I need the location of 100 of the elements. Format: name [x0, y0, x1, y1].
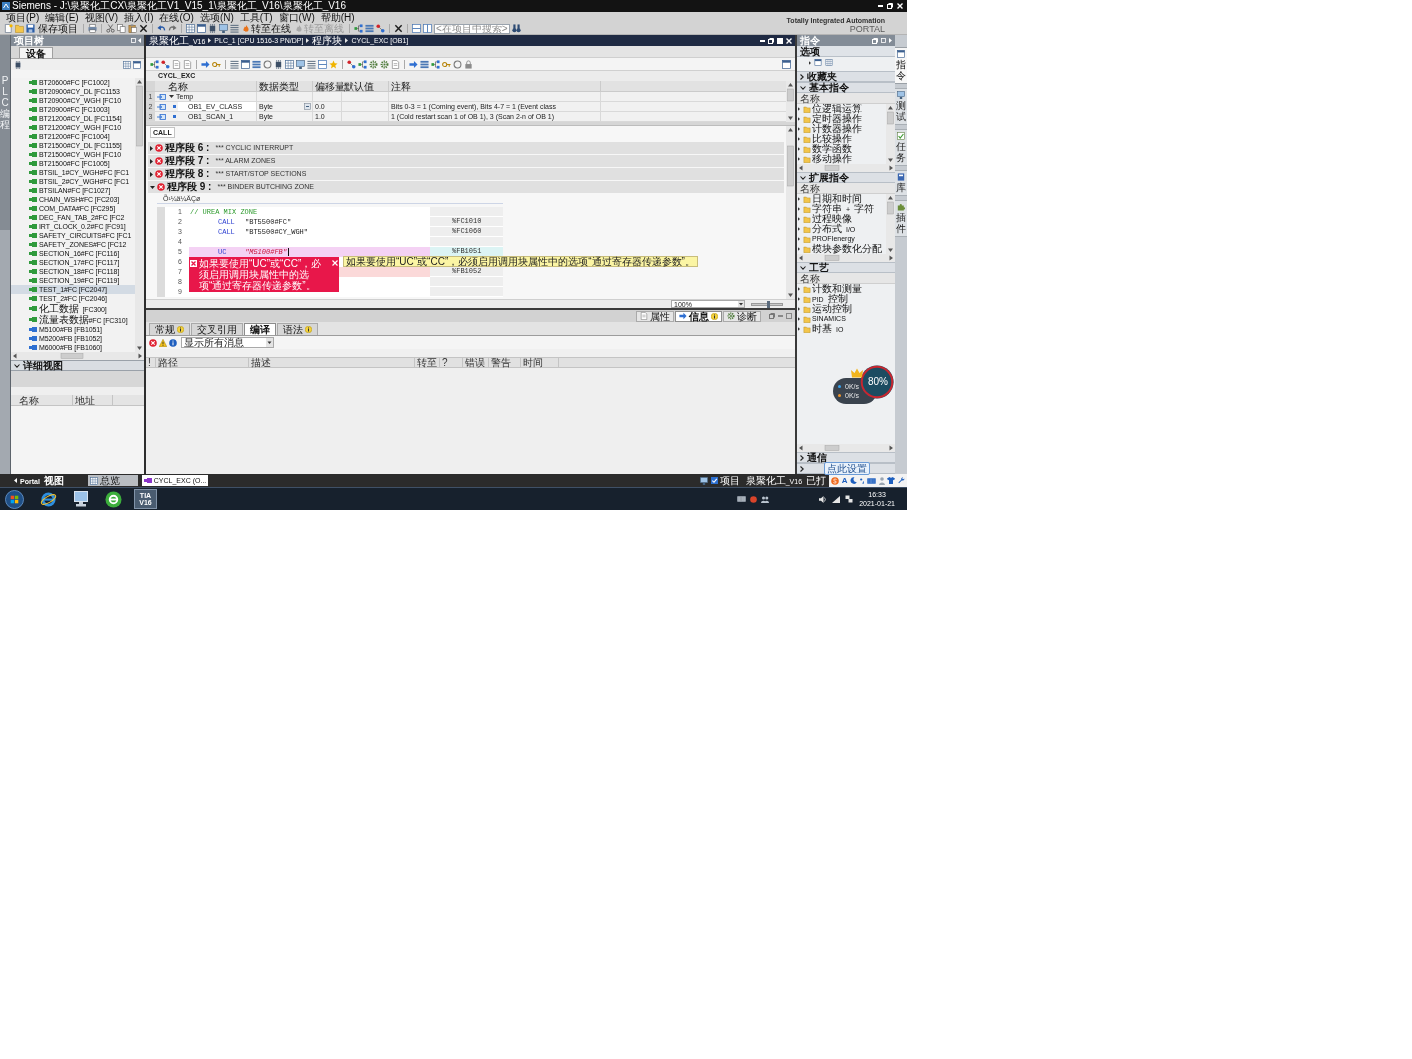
split-horizontal-icon[interactable]: [412, 24, 421, 33]
monitor-icon[interactable]: [219, 24, 228, 33]
breadcrumb-link[interactable]: 程序块: [312, 34, 343, 47]
bars-icon[interactable]: [365, 24, 374, 33]
instruction-folder[interactable]: 比较操作: [797, 134, 886, 144]
redo-icon[interactable]: [168, 24, 177, 33]
instruction-folder[interactable]: 计数和测量: [797, 284, 895, 294]
check-icon[interactable]: [897, 132, 905, 140]
list-icon[interactable]: [230, 59, 239, 69]
instruction-folder[interactable]: 移动操作: [797, 154, 886, 164]
scissors-icon[interactable]: [106, 24, 115, 33]
close-icon[interactable]: [897, 3, 903, 9]
linked-circles-icon[interactable]: [161, 59, 170, 69]
menu-item[interactable]: 窗口(W): [275, 12, 318, 23]
dropdown-button-icon[interactable]: [304, 103, 311, 110]
gear-icon[interactable]: [727, 312, 735, 320]
menu-item[interactable]: 视图(V): [81, 12, 122, 23]
circle-icon[interactable]: [750, 495, 758, 503]
tab[interactable]: 常规: [149, 323, 190, 335]
error-icon[interactable]: [149, 338, 157, 347]
linked-circles-icon[interactable]: [347, 59, 356, 69]
arrow-right-icon[interactable]: [201, 59, 210, 69]
bars-icon[interactable]: [252, 59, 261, 69]
copy-icon[interactable]: [117, 24, 126, 33]
binoculars-icon[interactable]: [512, 24, 521, 33]
computer-icon[interactable]: [74, 491, 88, 507]
slider-track[interactable]: [751, 302, 783, 306]
info-icon[interactable]: [169, 338, 177, 347]
slider-thumb[interactable]: [766, 300, 770, 308]
window-icon[interactable]: [241, 59, 250, 69]
split-horizontal-icon[interactable]: [318, 59, 327, 69]
lock-icon[interactable]: [464, 59, 473, 69]
window-icon[interactable]: [782, 59, 791, 69]
people-icon[interactable]: [761, 495, 770, 503]
ring-icon[interactable]: [263, 59, 272, 69]
printer-icon[interactable]: [88, 24, 97, 33]
side-tab[interactable]: 插件: [895, 200, 907, 237]
clipboard-icon[interactable]: [128, 24, 137, 33]
window-icon[interactable]: [814, 59, 822, 66]
inspector-tab[interactable]: 属性: [636, 310, 674, 322]
delete-icon[interactable]: [139, 24, 148, 33]
tab[interactable]: 编译: [244, 323, 276, 335]
triangle-left-icon[interactable]: [138, 38, 141, 43]
instruction-folder[interactable]: 计数器操作: [797, 124, 886, 134]
monitor-icon[interactable]: [699, 476, 708, 485]
triangle-right-icon[interactable]: [150, 171, 153, 177]
ring-icon[interactable]: [453, 59, 462, 69]
network-icon[interactable]: [845, 495, 854, 503]
instruction-folder[interactable]: 位逻辑运算: [797, 104, 886, 114]
side-tab[interactable]: 任务: [895, 129, 907, 166]
monitor-icon[interactable]: [897, 91, 905, 99]
maximize-icon[interactable]: [777, 37, 783, 44]
dot-comma-icon[interactable]: [859, 477, 865, 484]
menu-item[interactable]: 在线(O): [156, 12, 197, 23]
toolbar-button[interactable]: 转至在线: [241, 23, 292, 34]
new-document-icon[interactable]: [4, 24, 13, 33]
warning-icon[interactable]: [159, 338, 167, 347]
s-circle-icon[interactable]: [831, 476, 840, 485]
bars-icon[interactable]: [420, 59, 429, 69]
nodes-icon[interactable]: [150, 59, 159, 69]
keyboard-icon[interactable]: [737, 496, 747, 502]
key-icon[interactable]: [212, 59, 221, 69]
filter-dropdown[interactable]: 显示所有消息: [181, 337, 274, 348]
grid-icon[interactable]: [123, 60, 131, 69]
restore-icon[interactable]: [887, 3, 893, 9]
key-icon[interactable]: [442, 59, 451, 69]
tab[interactable]: 语法: [277, 323, 318, 335]
minimize-icon[interactable]: [760, 39, 765, 42]
triangle-right-icon[interactable]: [150, 158, 153, 164]
linked-circles-icon[interactable]: [376, 24, 385, 33]
window-icon[interactable]: [133, 60, 141, 69]
instruction-folder[interactable]: 定时器操作: [797, 114, 886, 124]
section-header[interactable]: 工艺: [797, 262, 895, 273]
menu-item[interactable]: 项目(P): [3, 12, 43, 23]
arrow-right-icon[interactable]: [679, 312, 687, 320]
cross-icon[interactable]: [394, 24, 403, 33]
puzzle-icon[interactable]: [897, 203, 905, 211]
grid-icon[interactable]: [89, 476, 98, 485]
triangle-right-icon[interactable]: [150, 145, 153, 151]
instruction-folder[interactable]: 日期和时间: [797, 194, 886, 204]
menu-item[interactable]: 编辑(E): [42, 12, 82, 23]
triangle-down-icon[interactable]: [150, 185, 155, 189]
speaker-icon[interactable]: [819, 495, 828, 503]
grid-icon[interactable]: [186, 24, 195, 33]
inspector-tab[interactable]: 信息: [675, 310, 722, 322]
window-icon[interactable]: [197, 24, 206, 33]
keyboard-icon[interactable]: [867, 477, 877, 484]
monitor-icon[interactable]: [296, 59, 305, 69]
wrench-icon[interactable]: [897, 477, 905, 484]
side-tab[interactable]: 指令: [895, 47, 907, 84]
menu-item[interactable]: 选项(N): [196, 12, 237, 23]
inspector-tab[interactable]: 诊断: [723, 310, 761, 322]
tab[interactable]: 设备: [19, 47, 53, 58]
save-icon[interactable]: [26, 24, 35, 33]
menu-item[interactable]: 插入(I): [121, 12, 157, 23]
instruction-folder[interactable]: 过程映像: [797, 214, 886, 224]
list-icon[interactable]: [307, 59, 316, 69]
chip-icon[interactable]: [208, 24, 217, 33]
instruction-folder[interactable]: 运动控制: [797, 304, 895, 314]
toolbar-button[interactable]: 保存项目: [37, 23, 79, 34]
